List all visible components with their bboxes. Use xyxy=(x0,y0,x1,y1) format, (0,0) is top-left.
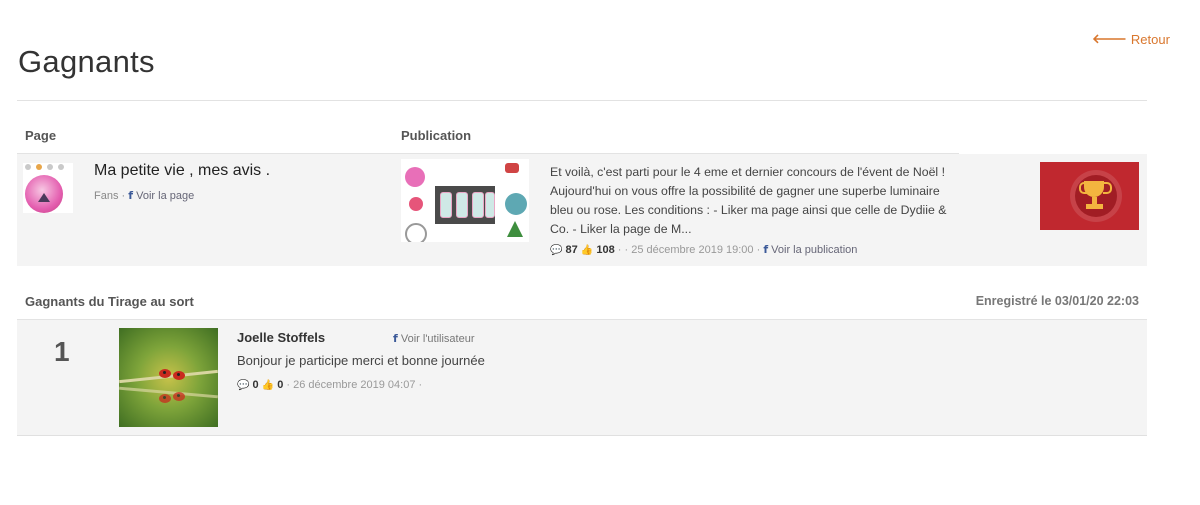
winner-comment: Bonjour je participe merci et bonne jour… xyxy=(237,353,485,368)
view-user-link[interactable]: f Voir l'utilisateur xyxy=(393,332,475,345)
contest-table-header: Page Publication xyxy=(17,120,959,155)
publication-text: Et voilà, c'est parti pour le 4 eme et d… xyxy=(550,165,947,236)
back-link-label: Retour xyxy=(1130,31,1170,47)
registered-date: Enregistré le 03/01/20 22:03 xyxy=(975,294,1139,308)
page-title: Gagnants xyxy=(18,44,155,79)
back-link[interactable]: 🡐 Retour xyxy=(1092,31,1170,47)
arrow-left-icon: 🡐 xyxy=(1092,31,1127,46)
publication-meta: 💬 87 👍 108 · · 25 décembre 2019 19:00 · … xyxy=(550,243,857,256)
thumbs-up-icon: 👍 xyxy=(580,245,594,256)
publication-thumbnail xyxy=(401,159,529,242)
column-header-publication: Publication xyxy=(401,128,472,143)
avatar xyxy=(119,328,218,427)
contest-row: Ma petite vie , mes avis . Fans · f Voir… xyxy=(17,154,1147,266)
divider xyxy=(17,100,1147,101)
like-count: 0 xyxy=(277,379,284,391)
thumbs-up-icon: 👍 xyxy=(261,380,275,391)
view-publication-link[interactable]: f Voir la publication xyxy=(763,243,858,256)
winners-title: Gagnants du Tirage au sort xyxy=(25,294,194,309)
view-user-label: Voir l'utilisateur xyxy=(400,333,475,345)
view-page-link[interactable]: f Voir la page xyxy=(128,189,195,202)
comment-icon: 💬 xyxy=(237,380,250,391)
page-avatar xyxy=(23,163,73,213)
winner-rank: 1 xyxy=(54,336,70,367)
fans-label: Fans xyxy=(94,190,119,202)
winner-meta: 💬 0 👍 0 · 26 décembre 2019 04:07 · xyxy=(237,379,422,391)
facebook-icon: f xyxy=(763,243,769,256)
comment-count: 87 xyxy=(565,244,578,256)
like-count: 108 xyxy=(596,244,615,256)
comment-count: 0 xyxy=(252,379,259,391)
facebook-icon: f xyxy=(128,189,134,202)
winners-table-header: Gagnants du Tirage au sort Enregistré le… xyxy=(17,285,1147,321)
view-page-label: Voir la page xyxy=(136,190,195,202)
column-header-page: Page xyxy=(25,128,57,143)
publication-date: · · 25 décembre 2019 19:00 · xyxy=(617,244,761,256)
separator: · xyxy=(121,190,126,202)
table-row: 1 Joelle Stoffels f Voir l'utilisateur B… xyxy=(17,320,1147,436)
page-name: Ma petite vie , mes avis . xyxy=(94,162,271,179)
facebook-icon: f xyxy=(393,332,398,345)
trophy-icon xyxy=(1040,162,1139,230)
page-meta: Fans · f Voir la page xyxy=(94,189,194,202)
winner-name: Joelle Stoffels xyxy=(237,330,326,345)
comment-date: · 26 décembre 2019 04:07 · xyxy=(286,379,423,391)
view-publication-label: Voir la publication xyxy=(771,244,858,256)
comment-icon: 💬 xyxy=(550,245,563,256)
